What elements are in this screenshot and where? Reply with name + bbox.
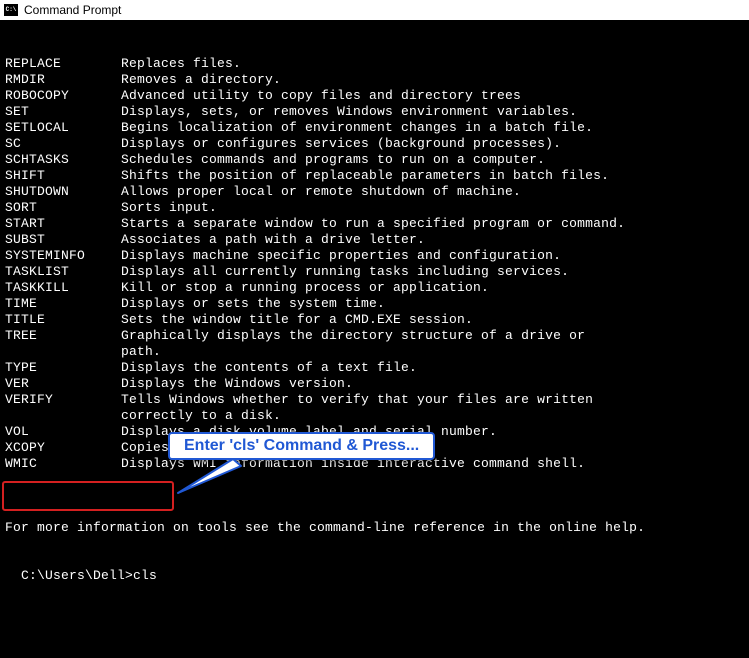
command-name: WMIC xyxy=(5,456,121,472)
command-desc: Displays machine specific properties and… xyxy=(121,248,561,264)
command-name: SHUTDOWN xyxy=(5,184,121,200)
command-desc-cont: correctly to a disk. xyxy=(5,408,744,424)
command-row: SYSTEMINFODisplays machine specific prop… xyxy=(5,248,744,264)
command-row: ROBOCOPYAdvanced utility to copy files a… xyxy=(5,88,744,104)
command-desc-cont: path. xyxy=(5,344,744,360)
command-desc: Starts a separate window to run a specif… xyxy=(121,216,625,232)
prompt-path: C:\Users\Dell> xyxy=(21,568,133,583)
command-name: XCOPY xyxy=(5,440,121,456)
command-name: TASKLIST xyxy=(5,264,121,280)
command-desc: Copies files and directory trees. xyxy=(121,440,385,456)
command-row: SETLOCALBegins localization of environme… xyxy=(5,120,744,136)
command-name: TREE xyxy=(5,328,121,344)
command-desc: Associates a path with a drive letter. xyxy=(121,232,425,248)
command-row: REPLACEReplaces files. xyxy=(5,56,744,72)
command-row: RMDIRRemoves a directory. xyxy=(5,72,744,88)
command-desc: Removes a directory. xyxy=(121,72,281,88)
cmd-icon xyxy=(4,4,18,16)
command-name: VOL xyxy=(5,424,121,440)
command-desc: Displays, sets, or removes Windows envir… xyxy=(121,104,577,120)
command-name: SC xyxy=(5,136,121,152)
command-row: SUBSTAssociates a path with a drive lett… xyxy=(5,232,744,248)
command-name: TASKKILL xyxy=(5,280,121,296)
command-name: SET xyxy=(5,104,121,120)
command-row: VOLDisplays a disk volume label and seri… xyxy=(5,424,744,440)
command-row: TASKKILLKill or stop a running process o… xyxy=(5,280,744,296)
command-desc: Displays all currently running tasks inc… xyxy=(121,264,569,280)
command-desc: Sorts input. xyxy=(121,200,217,216)
command-row: TITLESets the window title for a CMD.EXE… xyxy=(5,312,744,328)
command-row: TASKLISTDisplays all currently running t… xyxy=(5,264,744,280)
command-name: SETLOCAL xyxy=(5,120,121,136)
command-name: SYSTEMINFO xyxy=(5,248,121,264)
window-title: Command Prompt xyxy=(24,3,121,17)
command-desc: Displays the contents of a text file. xyxy=(121,360,417,376)
command-row: TIMEDisplays or sets the system time. xyxy=(5,296,744,312)
command-desc: Displays WMI information inside interact… xyxy=(121,456,585,472)
command-row: VERIFYTells Windows whether to verify th… xyxy=(5,392,744,408)
command-desc: Kill or stop a running process or applic… xyxy=(121,280,489,296)
command-row: WMICDisplays WMI information inside inte… xyxy=(5,456,744,472)
command-desc: Schedules commands and programs to run o… xyxy=(121,152,545,168)
command-row: TREEGraphically displays the directory s… xyxy=(5,328,744,344)
command-name: VERIFY xyxy=(5,392,121,408)
command-name: VER xyxy=(5,376,121,392)
command-name: REPLACE xyxy=(5,56,121,72)
command-desc: Tells Windows whether to verify that you… xyxy=(121,392,593,408)
command-row: SCHTASKSSchedules commands and programs … xyxy=(5,152,744,168)
command-row: VERDisplays the Windows version. xyxy=(5,376,744,392)
command-name: SUBST xyxy=(5,232,121,248)
command-row: STARTStarts a separate window to run a s… xyxy=(5,216,744,232)
command-desc: Graphically displays the directory struc… xyxy=(121,328,585,344)
command-name: TITLE xyxy=(5,312,121,328)
command-desc: Displays or sets the system time. xyxy=(121,296,385,312)
command-name: SHIFT xyxy=(5,168,121,184)
command-name: TYPE xyxy=(5,360,121,376)
command-row: SCDisplays or configures services (backg… xyxy=(5,136,744,152)
command-desc: Displays or configures services (backgro… xyxy=(121,136,561,152)
command-name: SORT xyxy=(5,200,121,216)
prompt-line[interactable]: C:\Users\Dell>cls xyxy=(21,568,157,584)
command-name: SCHTASKS xyxy=(5,152,121,168)
prompt-input: cls xyxy=(133,568,157,583)
command-row: SHIFTShifts the position of replaceable … xyxy=(5,168,744,184)
command-row: XCOPYCopies files and directory trees. xyxy=(5,440,744,456)
command-desc: Replaces files. xyxy=(121,56,241,72)
command-desc: Begins localization of environment chang… xyxy=(121,120,593,136)
command-row: SETDisplays, sets, or removes Windows en… xyxy=(5,104,744,120)
command-desc: Displays the Windows version. xyxy=(121,376,353,392)
command-name: ROBOCOPY xyxy=(5,88,121,104)
terminal-output[interactable]: REPLACEReplaces files.RMDIRRemoves a dir… xyxy=(0,20,749,588)
command-row: TYPEDisplays the contents of a text file… xyxy=(5,360,744,376)
command-row: SHUTDOWNAllows proper local or remote sh… xyxy=(5,184,744,200)
command-desc: Allows proper local or remote shutdown o… xyxy=(121,184,521,200)
title-bar[interactable]: Command Prompt xyxy=(0,0,749,20)
command-row: SORTSorts input. xyxy=(5,200,744,216)
more-info-text: For more information on tools see the co… xyxy=(5,520,744,536)
command-name: START xyxy=(5,216,121,232)
command-desc: Displays a disk volume label and serial … xyxy=(121,424,497,440)
command-name: TIME xyxy=(5,296,121,312)
command-desc: Shifts the position of replaceable param… xyxy=(121,168,609,184)
command-desc: Advanced utility to copy files and direc… xyxy=(121,88,521,104)
command-name: RMDIR xyxy=(5,72,121,88)
command-desc: Sets the window title for a CMD.EXE sess… xyxy=(121,312,473,328)
